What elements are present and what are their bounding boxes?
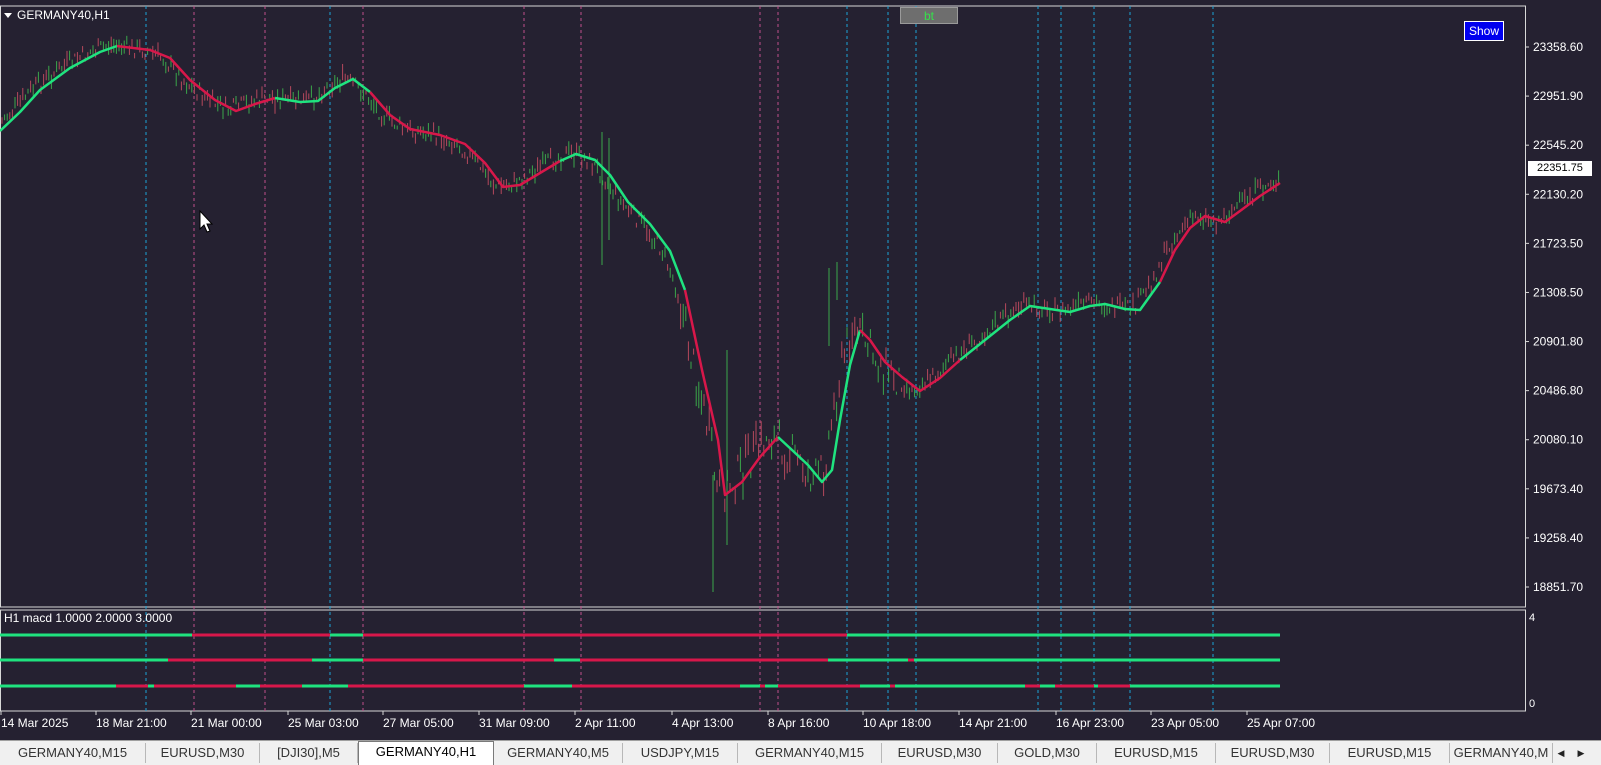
tab-germany40-m[interactable]: GERMANY40,M — [1450, 743, 1553, 763]
price-label: 21723.50 — [1533, 236, 1583, 250]
ma-segment — [369, 91, 561, 189]
price-label: 18851.70 — [1533, 580, 1583, 594]
time-label: 25 Mar 03:00 — [288, 716, 359, 730]
price-label: 20080.10 — [1533, 433, 1583, 447]
ma-segment — [1158, 181, 1281, 283]
chart-canvas[interactable]: 23358.60 22951.90 22545.20 22130.20 21723.50… — [0, 0, 1601, 740]
price-label: 22545.20 — [1533, 138, 1583, 152]
tab-germany40-m5[interactable]: GERMANY40,M5 — [494, 743, 623, 763]
time-label: 4 Apr 13:00 — [672, 716, 734, 730]
price-label: 20486.80 — [1533, 384, 1583, 398]
tab-eurusd-m30[interactable]: EURUSD,M30 — [1216, 743, 1330, 763]
tab-gold-m30[interactable]: GOLD,M30 — [998, 743, 1097, 763]
tab-dji30-m5[interactable]: [DJI30],M5 — [260, 743, 358, 763]
tab-germany40-h1[interactable]: GERMANY40,H1 — [358, 741, 494, 765]
price-label: 22130.20 — [1533, 187, 1583, 201]
ma-segment — [0, 44, 118, 132]
time-label: 21 Mar 00:00 — [191, 716, 262, 730]
tab-germany40-m15[interactable]: GERMANY40,M15 — [0, 743, 146, 763]
price-label: 19258.40 — [1533, 531, 1583, 545]
time-label: 31 Mar 09:00 — [479, 716, 550, 730]
price-label: 20901.80 — [1533, 335, 1583, 349]
time-label: 16 Apr 23:00 — [1056, 716, 1124, 730]
symbol-title[interactable]: GERMANY40,H1 — [4, 8, 110, 22]
mouse-cursor — [199, 209, 214, 233]
tab-scroll-left-icon[interactable]: ◀ — [1553, 743, 1569, 763]
price-label: 21308.50 — [1533, 285, 1583, 299]
price-bars — [1, 35, 1280, 592]
moving-average-line — [0, 44, 1281, 497]
price-axis: 23358.60 22951.90 22545.20 22130.20 21723.50… — [1525, 40, 1583, 710]
bt-button[interactable]: bt — [900, 7, 958, 24]
chart-frame — [0, 5, 1526, 712]
current-price-tag: 22351.75 — [1528, 161, 1592, 176]
indicator-scale-label: 0 — [1529, 698, 1535, 710]
time-label: 14 Mar 2025 — [1, 716, 69, 730]
price-label: 23358.60 — [1533, 40, 1583, 54]
tab-scroll-right-icon[interactable]: ▶ — [1573, 743, 1589, 763]
price-label: 22951.90 — [1533, 89, 1583, 103]
tab-eurusd-m15[interactable]: EURUSD,M15 — [1330, 743, 1450, 763]
time-label: 25 Apr 07:00 — [1247, 716, 1315, 730]
vertical-separators — [145, 6, 1214, 711]
symbol-title-text: GERMANY40,H1 — [17, 8, 110, 22]
price-label: 19673.40 — [1533, 482, 1583, 496]
time-label: 23 Apr 05:00 — [1151, 716, 1219, 730]
indicator-scale-label: 4 — [1529, 612, 1535, 624]
tab-usdjpy-m15[interactable]: USDJPY,M15 — [623, 743, 738, 763]
collapse-triangle-icon[interactable] — [4, 13, 12, 19]
time-label: 2 Apr 11:00 — [575, 716, 636, 730]
ma-segment — [859, 329, 961, 393]
time-label: 8 Apr 16:00 — [768, 716, 830, 730]
tab-eurusd-m15[interactable]: EURUSD,M15 — [1097, 743, 1216, 763]
time-label: 27 Mar 05:00 — [383, 716, 454, 730]
main-pane-border — [0, 5, 1526, 608]
ma-segment — [274, 77, 371, 104]
tab-germany40-m15[interactable]: GERMANY40,M15 — [738, 743, 882, 763]
time-label: 14 Apr 21:00 — [959, 716, 1027, 730]
macd-bars — [0, 633, 1280, 688]
time-label: 18 Mar 21:00 — [96, 716, 167, 730]
tab-eurusd-m30[interactable]: EURUSD,M30 — [882, 743, 998, 763]
indicator-label: H1 macd 1.0000 2.0000 3.0000 — [4, 611, 173, 625]
time-label: 10 Apr 18:00 — [863, 716, 931, 730]
tab-eurusd-m30[interactable]: EURUSD,M30 — [146, 743, 260, 763]
ma-segment — [559, 152, 687, 291]
show-button[interactable]: Show — [1464, 21, 1504, 41]
chart-tab-bar: GERMANY40,M15 EURUSD,M30 [DJI30],M5 GERMANY… — [0, 740, 1601, 765]
time-axis: 14 Mar 2025 18 Mar 21:00 21 Mar 00:00 25 Ma… — [0, 711, 1315, 730]
chart-window[interactable]: 23358.60 22951.90 22545.20 22130.20 21723.50… — [0, 0, 1601, 740]
